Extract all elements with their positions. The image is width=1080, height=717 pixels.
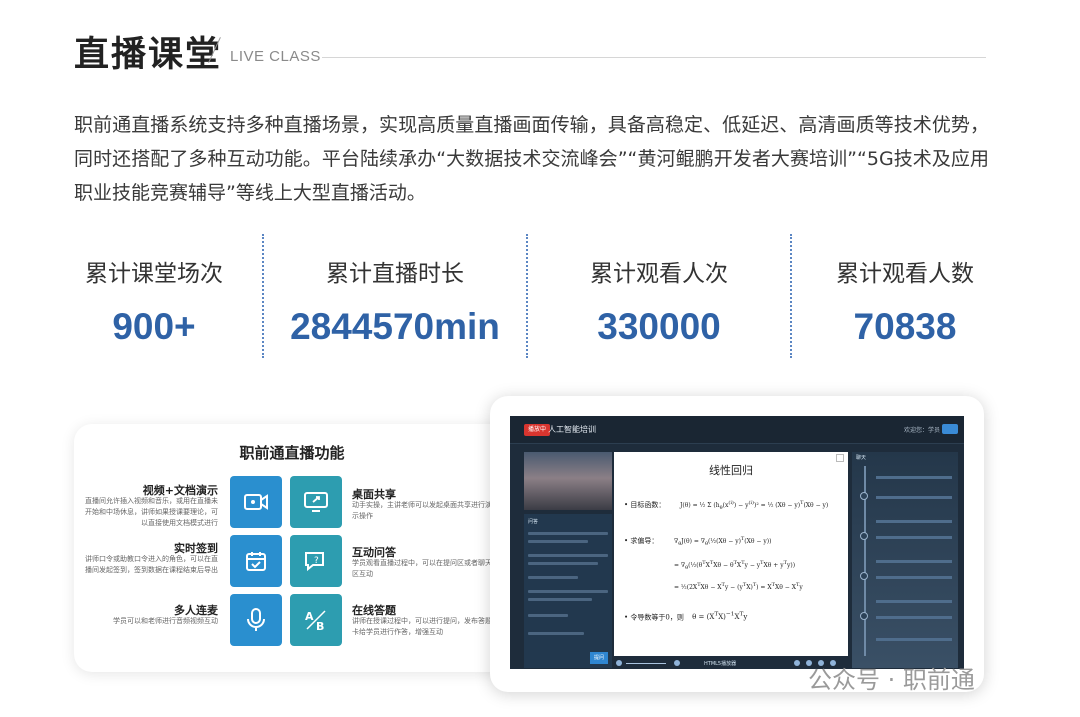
watermark: 公众号 · 职前通 — [808, 666, 975, 694]
formula: J(θ) = ½ Σ (hθ(x(i)) − y(i))² = ½ (Xθ − … — [680, 500, 829, 512]
chat-message — [528, 614, 568, 617]
close-icon[interactable] — [836, 454, 844, 462]
camera-video[interactable] — [524, 452, 612, 510]
left-column: 问答 提问 — [524, 452, 612, 668]
stat-label: 累计直播时长 — [326, 261, 464, 287]
doc-title: 线性回归 — [709, 464, 753, 477]
stat-label: 累计观看人数 — [836, 261, 974, 287]
formula: = ∇θ(½(θTXTXθ − θTXTy − yTXθ + yTy)) — [674, 560, 796, 572]
answer-icon: AB — [290, 594, 342, 646]
tool-icon[interactable] — [794, 660, 800, 666]
timeline-entry — [876, 520, 952, 523]
player-label: HTML5播放器 — [704, 661, 737, 667]
share-icon — [290, 476, 342, 528]
chat-message — [528, 562, 598, 565]
svg-text:?: ? — [314, 556, 319, 566]
video-icon — [230, 476, 282, 528]
timeline-entry — [876, 600, 952, 603]
section-title: 直播课堂 — [74, 35, 223, 75]
stat-value: 900+ — [112, 306, 196, 347]
timeline-entry — [876, 616, 952, 619]
chat-message — [528, 554, 608, 557]
fullscreen-icon[interactable] — [674, 660, 680, 666]
formula: = ½(2XTXθ − XTy − (yTX)T) = XTXθ − XTy — [674, 582, 803, 591]
intro-paragraph: 职前通直播系统支持多种直播场景，实现高质量直播画面传输，具备高稳定、低延迟、高清… — [74, 114, 989, 204]
volume-slider[interactable] — [626, 663, 666, 664]
timeline-entry — [876, 560, 952, 563]
exit-button[interactable] — [942, 424, 958, 434]
timeline-dot — [860, 532, 868, 540]
stat-value: 330000 — [597, 306, 721, 347]
features-card: 职前通直播功能 视频+文档演示 直播间允许插入视频和音乐，或用在直播未开始和中场… — [74, 424, 510, 672]
volume-icon[interactable] — [616, 660, 622, 666]
doc-item-text: 求偏导： — [630, 537, 659, 545]
document-viewer: 线性回归 • 目标函数： J(θ) = ½ Σ (hθ(x(i)) − y(i)… — [614, 452, 848, 656]
stat-views: 累计观看人次 330000 — [534, 232, 784, 360]
stat-divider — [526, 234, 528, 358]
formula: ∇θJ(θ) = ∇θ(½(Xθ − y)T(Xθ − y)) — [674, 536, 772, 548]
feature-desc: 讲师在授课过程中，可以进行提问，发布答题卡给学员进行作答，增强互动 — [352, 617, 492, 636]
chat-message — [528, 532, 608, 535]
chat-message — [528, 576, 578, 579]
feature-desc: 讲师口令或助教口令进入的角色，可以在直播间发起签到，签到数据在课程结束后导出 — [85, 555, 218, 574]
stat-viewers: 累计观看人数 70838 — [798, 232, 1012, 360]
timeline-entry — [876, 476, 952, 479]
svg-text:B: B — [316, 620, 324, 632]
timeline-dot — [860, 612, 868, 620]
calendar-check-icon — [230, 535, 282, 587]
stat-divider — [790, 234, 792, 358]
doc-item-text: 目标函数： — [630, 501, 666, 509]
stat-duration: 累计直播时长 2844570min — [270, 232, 520, 360]
feature-desc: 动手实操，主讲老师可以发起桌面共享进行演示操作 — [352, 501, 492, 520]
stat-divider — [262, 234, 264, 358]
timeline-entry — [876, 496, 952, 499]
header-rule — [322, 57, 986, 58]
features-title: 职前通直播功能 — [239, 444, 345, 462]
live-room-preview-card: 播放中 人工智能培训 欢迎您：学员 问答 提问 线性回归 • 目标函数： J(θ… — [490, 396, 984, 692]
section-header: 直播课堂 LIVE CLASS — [74, 24, 986, 75]
qa-tab[interactable]: 问答 — [528, 518, 538, 525]
timeline-entry — [876, 536, 952, 539]
live-badge: 播放中 — [524, 424, 551, 436]
chat-bubble-icon: ? — [290, 535, 342, 587]
chat-panel-title: 聊天 — [856, 455, 867, 461]
stat-value: 70838 — [853, 306, 957, 347]
timeline-dot — [860, 492, 868, 500]
chat-message — [528, 540, 588, 543]
stat-value: 2844570min — [290, 306, 500, 347]
doc-item: • 令导数等于0，则 θ = (XTX)−1XTy — [624, 612, 748, 622]
ask-button[interactable]: 提问 — [590, 652, 608, 664]
stat-sessions: 累计课堂场次 900+ — [74, 232, 234, 360]
section-subtitle: LIVE CLASS — [230, 48, 321, 65]
welcome-text: 欢迎您：学员 — [903, 427, 940, 434]
chat-message — [528, 598, 592, 601]
timeline-entry — [876, 638, 952, 641]
chat-message — [528, 590, 608, 593]
svg-text:A: A — [305, 610, 314, 623]
timeline-entry — [876, 576, 952, 579]
doc-item: • 目标函数： — [624, 501, 666, 509]
stat-label: 累计观看人次 — [590, 261, 728, 287]
stat-label: 累计课堂场次 — [85, 261, 223, 287]
doc-item: • 求偏导： — [624, 537, 659, 545]
feature-desc: 学员可以和老师进行音频视频互动 — [113, 617, 218, 625]
qa-panel: 问答 提问 — [524, 514, 612, 668]
feature-desc: 直播间允许插入视频和音乐，或用在直播未开始和中场休息，讲师如果授课要理论，可以直… — [85, 497, 218, 527]
chat-message — [528, 632, 584, 635]
live-room-topbar: 播放中 人工智能培训 欢迎您：学员 — [510, 416, 964, 444]
doc-item-text: 令导数等于0，则 — [630, 613, 684, 622]
timeline-dot — [860, 572, 868, 580]
chat-sidebar: 聊天 — [852, 452, 958, 668]
room-title: 人工智能培训 — [548, 425, 596, 434]
feature-desc: 学员观看直播过程中，可以在提问区或者聊天区互动 — [352, 559, 492, 578]
live-room-screen: 播放中 人工智能培训 欢迎您：学员 问答 提问 线性回归 • 目标函数： J(θ… — [510, 416, 964, 669]
microphone-icon — [230, 594, 282, 646]
